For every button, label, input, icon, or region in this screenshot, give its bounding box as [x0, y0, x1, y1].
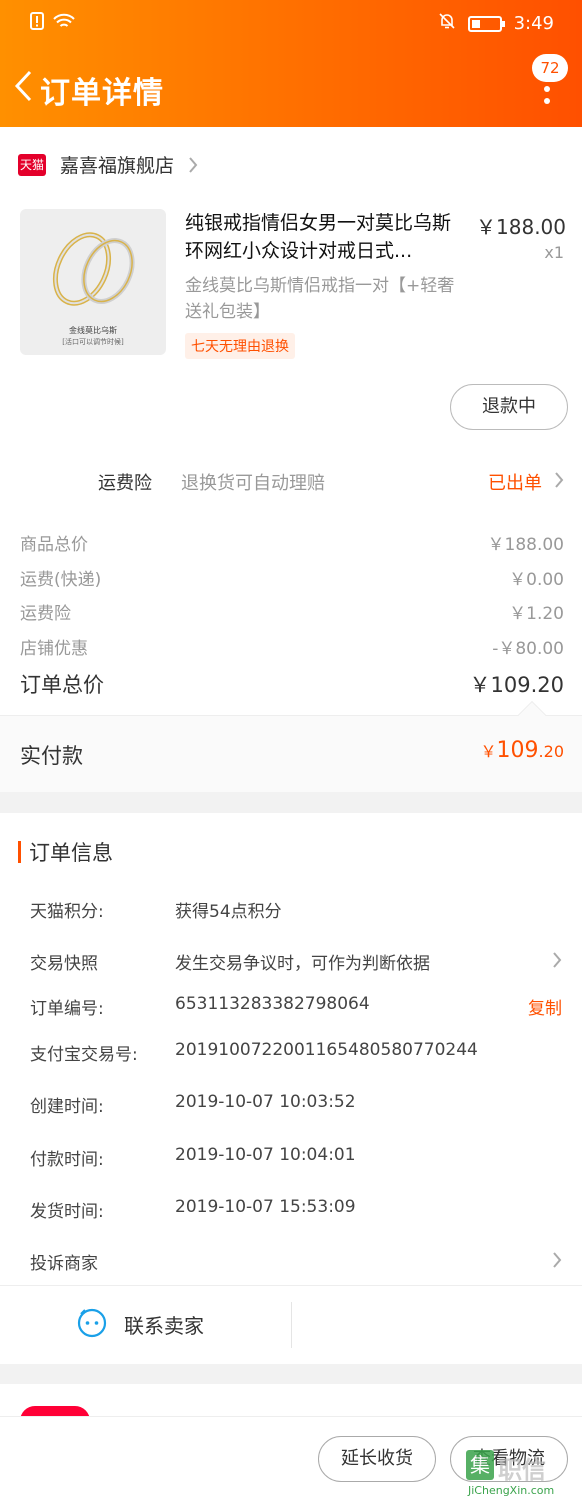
points-row: 天猫积分: 获得54点积分 [30, 897, 562, 925]
info-value: 2019-10-07 10:03:52 [175, 1092, 356, 1112]
shipped-time-row: 发货时间: 2019-10-07 15:53:09 [30, 1197, 562, 1225]
info-label: 发货时间: [30, 1202, 104, 1222]
rings-illustration [52, 232, 135, 306]
info-label: 天猫积分: [30, 902, 104, 922]
chat-bubble-icon [76, 1306, 108, 1342]
chevron-left-icon [14, 70, 32, 102]
refund-status-button[interactable]: 退款中 [450, 384, 568, 430]
product-title[interactable]: 纯银戒指情侣女男一对莫比乌斯环网红小众设计对戒日式... [185, 209, 463, 265]
order-total-value: ￥109.20 [469, 673, 564, 697]
insurance-desc: 退换货可自动理赔 [181, 473, 325, 494]
insurance-fee-value: ￥1.20 [509, 604, 564, 624]
shipping-insurance-row[interactable]: 运费险 退换货可自动理赔 已出单 [0, 457, 582, 503]
extend-receipt-button[interactable]: 延长收货 [318, 1436, 436, 1482]
watermark-text: 职信 [498, 1456, 546, 1484]
shop-name: 嘉喜福旗舰店 [60, 155, 175, 177]
info-value: 2019-10-07 15:53:09 [175, 1197, 356, 1217]
order-info-card: 订单信息 天猫积分: 获得54点积分 交易快照 发生交易争议时，可作为判断依据 … [0, 813, 582, 1364]
paid-time-row: 付款时间: 2019-10-07 10:04:01 [30, 1145, 562, 1173]
insurance-status: 已出单 [488, 473, 542, 494]
shipping-value: ￥0.00 [509, 570, 564, 590]
mute-bell-icon [438, 12, 456, 35]
info-value: 发生交易争议时，可作为判断依据 [175, 954, 430, 974]
shipping-label: 运费(快递) [20, 570, 102, 590]
order-number: 653113283382798064 [175, 994, 370, 1014]
app-header: 3:49 订单详情 72 [0, 0, 582, 127]
info-label: 付款时间: [30, 1150, 104, 1170]
price-value: ￥188.00 [487, 535, 564, 555]
complain-label: 投诉商家 [30, 1254, 98, 1274]
return-policy-tag: 七天无理由退换 [185, 333, 295, 359]
paid-value: ￥109.20 [480, 738, 564, 763]
price-row: 商品总价 ￥188.00 [20, 530, 564, 558]
paid-amount-row: 实付款 ￥109.20 [0, 700, 582, 792]
product-sku: 金线莫比乌斯情侣戒指一对【+轻奢送礼包装】 [185, 276, 455, 322]
section-accent-bar [18, 841, 21, 863]
discount-value: -￥80.00 [492, 639, 564, 659]
tmall-badge: 天猫 [18, 153, 46, 176]
notch-decoration [517, 700, 547, 730]
watermark-logo-icon: 集 [466, 1450, 494, 1480]
created-time-row: 创建时间: 2019-10-07 10:03:52 [30, 1092, 562, 1120]
chevron-right-icon [554, 471, 564, 493]
chevron-right-icon [552, 951, 562, 973]
back-button[interactable] [8, 66, 38, 106]
order-total-label: 订单总价 [20, 673, 104, 697]
chevron-right-icon [552, 1251, 562, 1273]
status-time: 3:49 [513, 13, 554, 34]
shop-row[interactable]: 天猫 嘉喜福旗舰店 [18, 151, 208, 178]
order-total-row: 订单总价 ￥109.20 [20, 669, 564, 701]
info-label: 创建时间: [30, 1097, 104, 1117]
nav-bar: 订单详情 [0, 56, 582, 118]
discount-label: 店铺优惠 [20, 639, 88, 659]
chevron-right-icon [188, 155, 208, 175]
shipping-row: 运费(快递) ￥0.00 [20, 565, 564, 593]
section-title-text: 订单信息 [29, 841, 113, 865]
image-subcaption: [活口可以调节时候] [62, 338, 124, 346]
insurance-fee-row: 运费险 ￥1.20 [20, 599, 564, 627]
image-caption: 金线莫比乌斯 [69, 326, 117, 335]
watermark: 集 职信 JiChengXin.com [462, 1446, 582, 1500]
watermark-url: JiChengXin.com [468, 1484, 555, 1497]
divider [291, 1302, 292, 1348]
info-value: 2019-10-07 10:04:01 [175, 1145, 356, 1165]
insurance-fee-label: 运费险 [20, 604, 71, 624]
discount-row: 店铺优惠 -￥80.00 [20, 634, 564, 662]
status-bar: 3:49 [0, 0, 582, 48]
section-title: 订单信息 [18, 837, 113, 867]
product-price: ￥188.00 [476, 215, 566, 239]
contact-seller-label: 联系卖家 [124, 1313, 204, 1338]
snapshot-row[interactable]: 交易快照 发生交易争议时，可作为判断依据 [30, 949, 562, 977]
copy-button[interactable]: 复制 [528, 994, 562, 1019]
product-image[interactable]: 金线莫比乌斯 [活口可以调节时候] [20, 209, 166, 355]
insurance-label: 运费险 [98, 473, 152, 494]
wifi-icon [52, 12, 76, 34]
alipay-tx-row: 支付宝交易号: 2019100722001165480580770244 [30, 1040, 562, 1068]
alipay-tx-number: 2019100722001165480580770244 [175, 1040, 478, 1060]
info-label: 支付宝交易号: [30, 1045, 138, 1065]
info-label: 订单编号: [30, 999, 104, 1019]
order-number-row: 订单编号: 653113283382798064 复制 [30, 994, 562, 1022]
sim-alert-icon [30, 12, 44, 34]
battery-icon [467, 15, 505, 32]
info-value: 获得54点积分 [175, 902, 282, 922]
complain-row[interactable]: 投诉商家 [30, 1249, 562, 1277]
price-label: 商品总价 [20, 535, 88, 555]
page-title: 订单详情 [40, 76, 164, 111]
product-quantity: x1 [544, 243, 564, 262]
order-card: 天猫 嘉喜福旗舰店 金线莫比乌斯 [活口可以调节时候] 纯银戒指情侣女男一对莫比… [0, 127, 582, 792]
message-count-badge: 72 [532, 54, 568, 82]
info-label: 交易快照 [30, 954, 98, 974]
contact-seller-button[interactable]: 联系卖家 [76, 1306, 204, 1342]
paid-label: 实付款 [20, 744, 83, 768]
contact-bar: 联系卖家 [0, 1285, 582, 1364]
